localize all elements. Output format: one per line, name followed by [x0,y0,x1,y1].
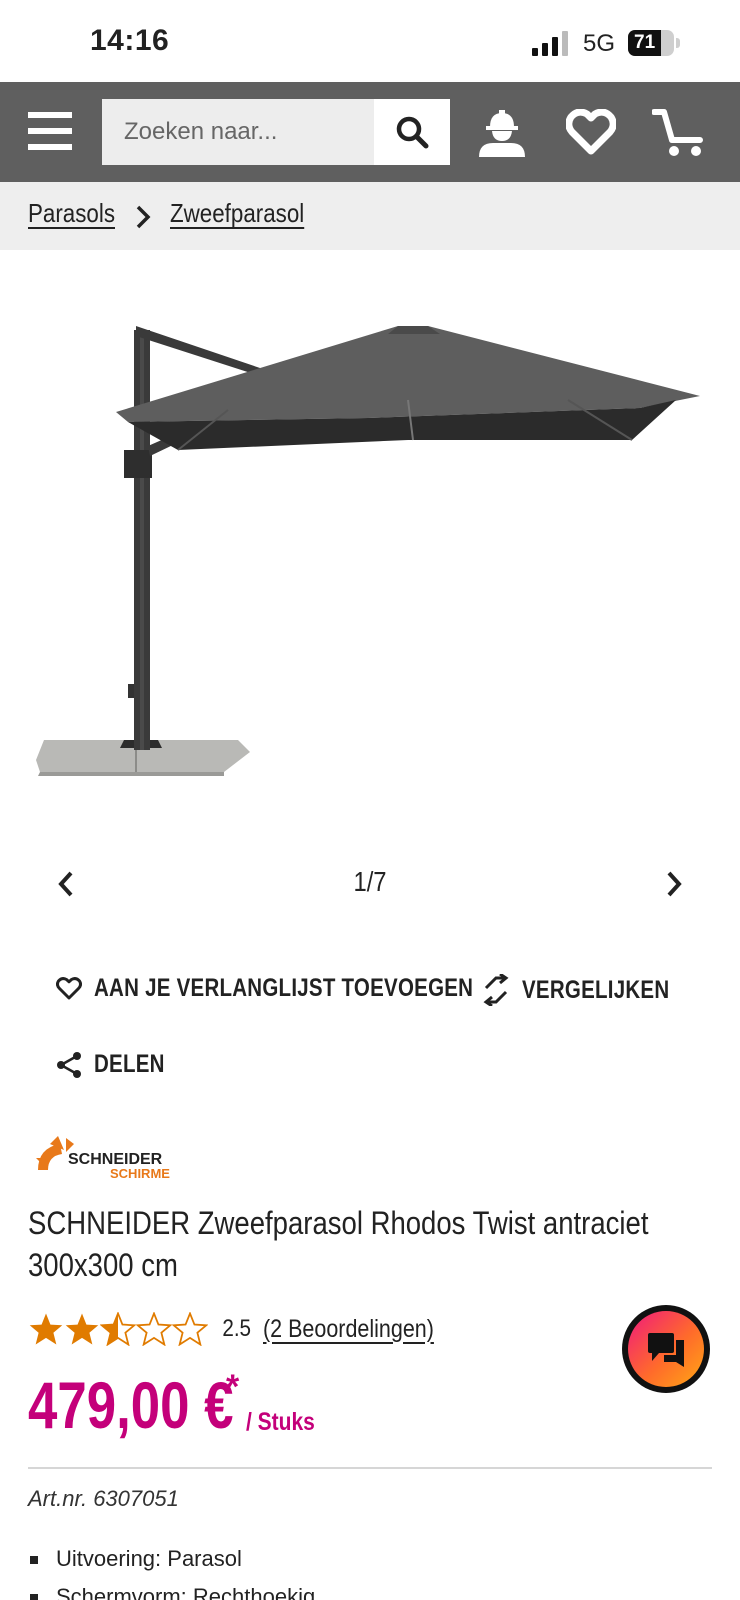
reviews-link[interactable]: (2 Beoordelingen) [263,1315,434,1344]
compare-arrows-icon [483,974,509,1006]
share-button[interactable]: DELEN [56,1050,180,1079]
account-icon[interactable] [470,100,534,164]
spec-list: Uitvoering: Parasol Schermvorm: Rechthoe… [28,1540,315,1600]
spec-item: Uitvoering: Parasol [28,1540,315,1578]
product-rating: 2.5 (2 Beoordelingen) [28,1312,462,1346]
search-input[interactable] [102,99,374,165]
rating-value: 2.5 [222,1315,252,1342]
battery-level: 71 [634,32,656,53]
star-half-icon [100,1312,136,1346]
heart-outline-icon [56,976,82,999]
chevron-left-icon [58,871,73,897]
breadcrumb-parasols[interactable]: Parasols [28,198,115,229]
chat-button[interactable] [622,1305,710,1393]
status-time: 14:16 [90,24,170,57]
price-value: 479,00 € [28,1368,234,1442]
star-full-icon [29,1313,63,1345]
compare-button[interactable]: VERGELIJKEN [482,974,702,1006]
wishlist-heart-icon[interactable] [559,100,623,164]
search-button[interactable] [374,99,450,165]
star-empty-icon [136,1312,172,1346]
battery-icon: 71 [628,30,674,56]
chat-icon [648,1333,684,1367]
chevron-right-icon [667,871,682,897]
product-title: SCHNEIDER Zweefparasol Rhodos Twist antr… [28,1205,649,1283]
price-footnote-star: * [226,1368,240,1406]
share-icon [57,1051,81,1078]
battery-tip [676,38,680,48]
brand-logo[interactable]: SCHNEIDER SCHIRME [34,1134,194,1182]
site-header [0,82,740,182]
compare-label: VERGELIJKEN [522,975,670,1004]
signal-icon [532,30,572,56]
product-price: 479,00 € * / Stuks [28,1368,315,1442]
article-number: Art.nr. 6307051 [28,1486,179,1511]
price-unit: / Stuks [246,1408,315,1436]
divider [28,1467,712,1469]
breadcrumb: Parasols Zweefparasol [0,182,740,250]
brand-name-line2: SCHIRME [110,1166,170,1181]
cart-icon[interactable] [648,100,712,164]
prev-image-button[interactable] [46,864,86,904]
network-label: 5G [583,30,616,57]
share-label: DELEN [94,1050,165,1078]
star-full-icon [65,1313,99,1345]
search-bar [102,99,450,165]
search-icon [396,116,429,149]
image-counter: 1/7 [353,866,387,897]
wishlist-label: AAN JE VERLANGLIJST TOEVOEGEN [94,974,474,1002]
status-bar: 14:16 5G 71 [0,0,740,82]
spec-item: Schermvorm: Rechthoekig [28,1578,315,1600]
menu-icon[interactable] [28,112,72,150]
rating-stars [28,1312,208,1346]
next-image-button[interactable] [654,864,694,904]
product-image[interactable] [28,290,718,810]
chevron-right-icon [136,205,151,229]
star-empty-icon [172,1312,208,1346]
breadcrumb-zweefparasol[interactable]: Zweefparasol [170,198,304,229]
